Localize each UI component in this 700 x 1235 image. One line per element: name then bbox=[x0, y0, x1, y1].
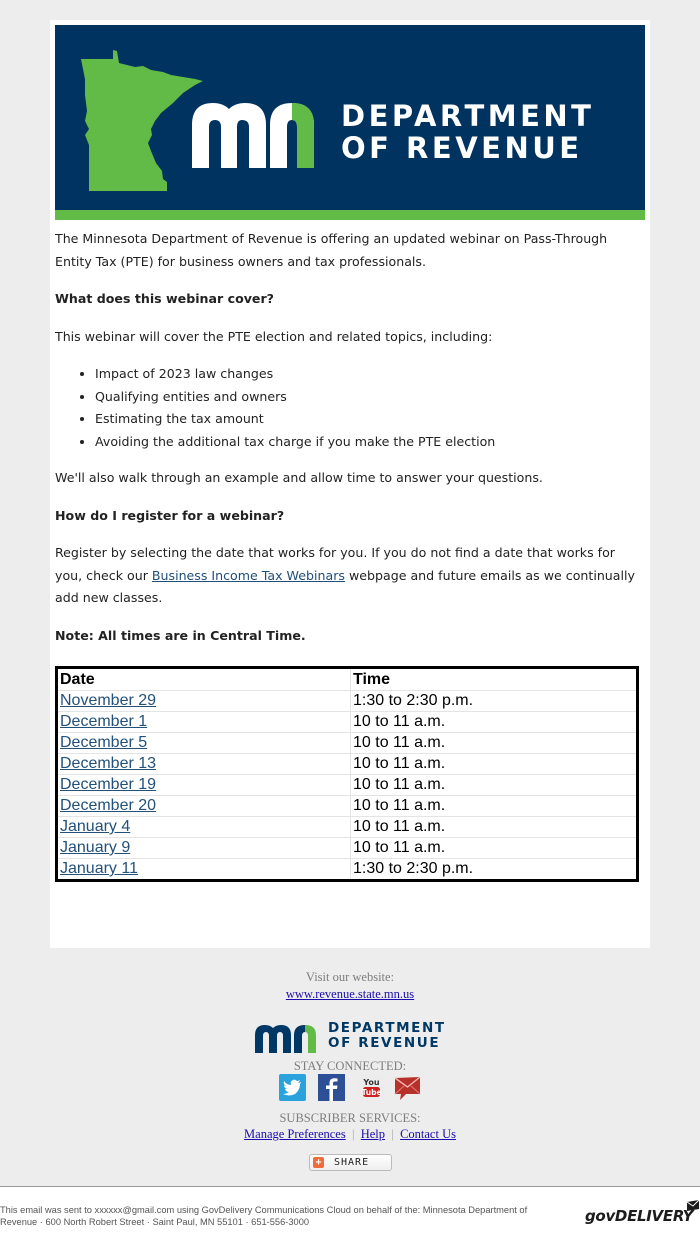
footer-logo-line-2: OF REVENUE bbox=[328, 1035, 441, 1051]
youtube-icon[interactable]: You Tube bbox=[358, 1074, 385, 1101]
plus-icon: + bbox=[313, 1157, 324, 1168]
time-cell: 1:30 to 2:30 p.m. bbox=[350, 858, 638, 881]
register-date-link[interactable]: January 9 bbox=[60, 839, 130, 856]
date-cell: December 20 bbox=[56, 795, 351, 817]
time-cell: 10 to 11 a.m. bbox=[350, 732, 638, 754]
manage-preferences-link[interactable]: Manage Preferences bbox=[244, 1127, 346, 1141]
link-separator: | bbox=[391, 1127, 394, 1141]
register-date-link[interactable]: December 13 bbox=[60, 755, 156, 772]
register-heading-text: How do I register for a webinar? bbox=[55, 507, 285, 523]
timezone-note-text: Note: All times are in Central Time. bbox=[55, 627, 306, 643]
banner-department-title: DEPARTMENT OF REVENUE bbox=[341, 100, 594, 164]
time-cell: 10 to 11 a.m. bbox=[350, 774, 638, 796]
legal-line-1: This email was sent to xxxxxx@gmail.com … bbox=[0, 1205, 528, 1215]
column-header-date: Date bbox=[56, 667, 351, 691]
register-heading: How do I register for a webinar? bbox=[55, 505, 640, 528]
register-date-link[interactable]: December 1 bbox=[60, 713, 147, 730]
webinar-schedule-table: Date Time November 29 1:30 to 2:30 p.m. De… bbox=[55, 666, 639, 882]
visit-website-label: Visit our website: bbox=[305, 970, 395, 984]
share-label: SHARE bbox=[334, 1157, 370, 1168]
subscriber-links: Manage Preferences | Help | Contact Us bbox=[0, 1127, 700, 1142]
share-button[interactable]: + SHARE bbox=[309, 1154, 392, 1171]
intro-paragraph: The Minnesota Department of Revenue is o… bbox=[55, 231, 608, 269]
subscriber-services-label: SUBSCRIBER SERVICES: bbox=[279, 1111, 421, 1125]
banner-green-stripe bbox=[55, 210, 645, 220]
mn-logo-small-icon bbox=[255, 1025, 316, 1053]
date-cell: December 13 bbox=[56, 753, 351, 775]
table-row: December 5 10 to 11 a.m. bbox=[56, 732, 638, 754]
register-date-link[interactable]: November 29 bbox=[60, 692, 156, 709]
footer-logo-line-1: DEPARTMENT bbox=[328, 1020, 446, 1036]
stay-connected-label: STAY CONNECTED: bbox=[293, 1059, 407, 1073]
date-cell: December 1 bbox=[56, 711, 351, 733]
cover-heading-text: What does this webinar cover? bbox=[55, 291, 274, 306]
time-cell: 10 to 11 a.m. bbox=[350, 816, 638, 838]
timezone-note: Note: All times are in Central Time. bbox=[55, 625, 640, 648]
banner-line-1: DEPARTMENT bbox=[341, 99, 595, 133]
register-date-link[interactable]: December 20 bbox=[60, 797, 156, 814]
cover-paragraph: This webinar will cover the PTE election… bbox=[55, 328, 493, 344]
time-cell: 10 to 11 a.m. bbox=[350, 795, 638, 817]
email-card: DEPARTMENT OF REVENUE The Minnesota Depa… bbox=[50, 20, 650, 948]
business-income-tax-webinars-link[interactable]: Business Income Tax Webinars bbox=[152, 568, 345, 583]
time-cell: 10 to 11 a.m. bbox=[350, 837, 638, 859]
time-cell: 10 to 11 a.m. bbox=[350, 753, 638, 775]
register-date-link[interactable]: December 19 bbox=[60, 776, 156, 793]
facebook-icon[interactable] bbox=[318, 1074, 345, 1101]
date-cell: January 4 bbox=[56, 816, 351, 838]
table-row: January 4 10 to 11 a.m. bbox=[56, 816, 638, 838]
date-cell: January 11 bbox=[56, 858, 351, 881]
table-row: January 9 10 to 11 a.m. bbox=[56, 837, 638, 859]
register-date-link[interactable]: January 4 bbox=[60, 818, 130, 835]
footer-department-logo: DEPARTMENT OF REVENUE bbox=[255, 1021, 445, 1053]
help-link[interactable]: Help bbox=[361, 1127, 385, 1141]
footer-department-title: DEPARTMENT OF REVENUE bbox=[328, 1021, 446, 1051]
date-cell: December 5 bbox=[56, 732, 351, 754]
link-separator: | bbox=[351, 1127, 355, 1141]
date-cell: January 9 bbox=[56, 837, 351, 859]
table-row: December 1 10 to 11 a.m. bbox=[56, 711, 638, 733]
table-row: November 29 1:30 to 2:30 p.m. bbox=[56, 690, 638, 712]
table-row: January 11 1:30 to 2:30 p.m. bbox=[56, 858, 638, 881]
column-header-time: Time bbox=[350, 667, 638, 691]
twitter-icon[interactable] bbox=[279, 1074, 306, 1101]
legal-line-2: Revenue · 600 North Robert Street · Sain… bbox=[0, 1216, 310, 1227]
topic-item: Estimating the tax amount bbox=[95, 408, 640, 431]
email-icon[interactable] bbox=[394, 1074, 421, 1101]
table-row: December 13 10 to 11 a.m. bbox=[56, 753, 638, 775]
website-link-row: www.revenue.state.mn.us bbox=[0, 987, 700, 1002]
website-link[interactable]: www.revenue.state.mn.us bbox=[286, 987, 414, 1001]
topics-list: Impact of 2023 law changes Qualifying en… bbox=[55, 363, 640, 453]
email-body: The Minnesota Department of Revenue is o… bbox=[55, 228, 640, 662]
date-cell: December 19 bbox=[56, 774, 351, 796]
topic-item: Impact of 2023 law changes bbox=[95, 363, 640, 386]
walkthrough-paragraph: We'll also walk through an example and a… bbox=[55, 470, 543, 486]
date-cell: November 29 bbox=[56, 690, 351, 712]
table-row: December 20 10 to 11 a.m. bbox=[56, 795, 638, 817]
table-row: December 19 10 to 11 a.m. bbox=[56, 774, 638, 796]
mn-logo-mark bbox=[192, 103, 314, 168]
register-paragraph: Register by selecting the date that work… bbox=[55, 542, 640, 610]
topic-item: Qualifying entities and owners bbox=[95, 386, 640, 409]
legal-footer-text: This email was sent to xxxxxx@gmail.com … bbox=[0, 1205, 580, 1228]
svg-text:You: You bbox=[362, 1078, 380, 1087]
cover-heading: What does this webinar cover? bbox=[55, 288, 640, 311]
time-cell: 10 to 11 a.m. bbox=[350, 711, 638, 733]
register-date-link[interactable]: January 11 bbox=[60, 860, 138, 877]
svg-text:Tube: Tube bbox=[361, 1088, 381, 1097]
banner-line-2: OF REVENUE bbox=[341, 131, 583, 165]
header-banner: DEPARTMENT OF REVENUE bbox=[55, 25, 645, 220]
social-icons: You Tube bbox=[279, 1074, 424, 1102]
register-date-link[interactable]: December 5 bbox=[60, 734, 147, 751]
table-header-row: Date Time bbox=[56, 667, 638, 691]
govdelivery-envelope-icon bbox=[686, 1200, 700, 1211]
time-cell: 1:30 to 2:30 p.m. bbox=[350, 690, 638, 712]
topic-item: Avoiding the additional tax charge if yo… bbox=[95, 431, 640, 454]
contact-us-link[interactable]: Contact Us bbox=[400, 1127, 456, 1141]
govdelivery-logo: govDELIVERY bbox=[585, 1207, 694, 1225]
